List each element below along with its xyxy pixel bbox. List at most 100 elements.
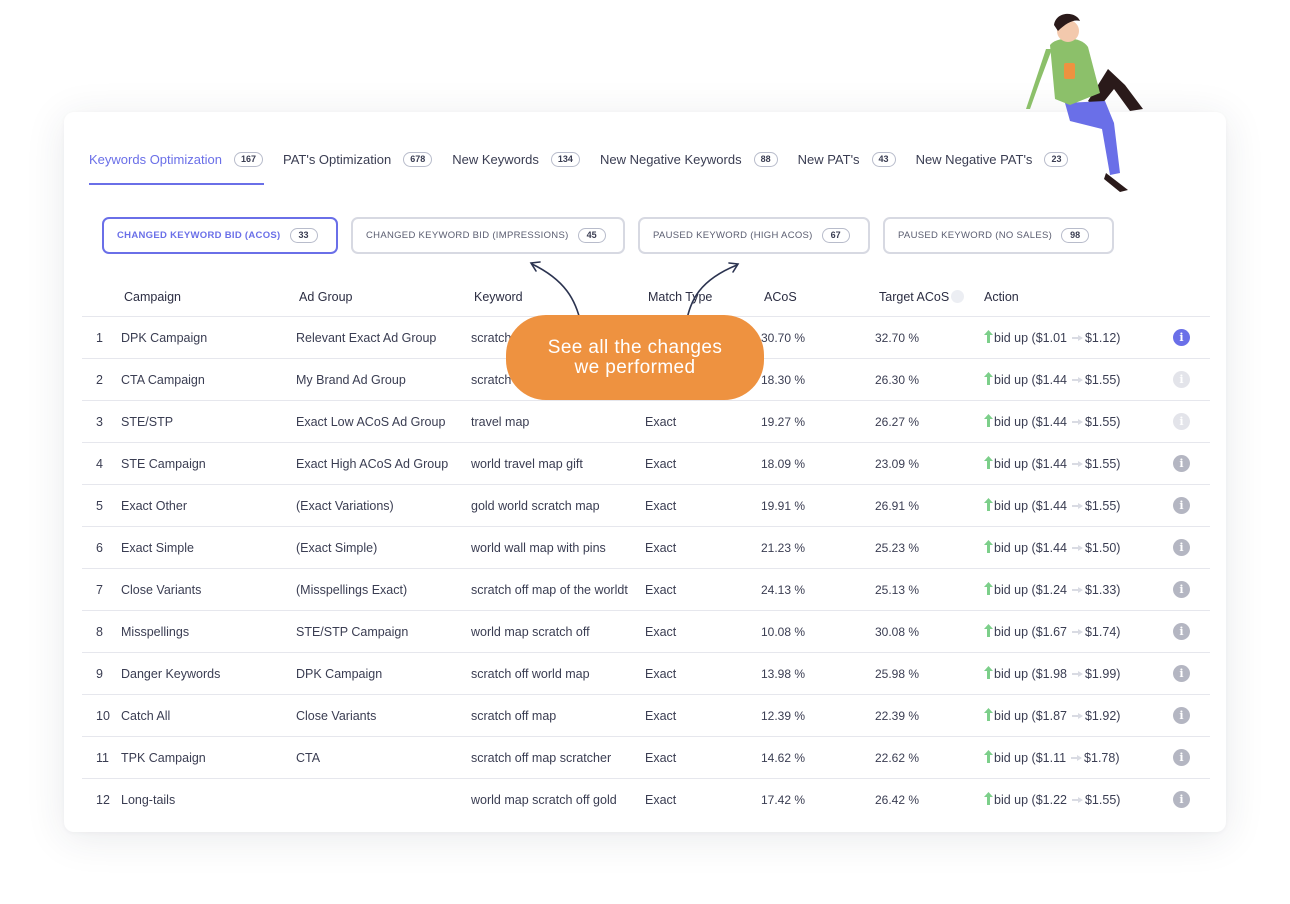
filter-changed-bid-acos[interactable]: CHANGED KEYWORD BID (ACOS) 33 [102,217,338,254]
filter-label: CHANGED KEYWORD BID (IMPRESSIONS) [366,230,569,241]
ad-group-cell: My Brand Ad Group [296,373,406,387]
info-icon[interactable]: i [1173,497,1190,514]
keyword-cell: travel map [471,415,530,429]
info-icon[interactable]: i [1173,707,1190,724]
target-acos-cell: 26.91 % [875,499,920,513]
table-row[interactable]: 11 TPK Campaign CTA scratch off map scratch… [82,736,1210,778]
acos-cell: 18.30 % [761,373,806,387]
campaign-cell: Catch All [121,709,171,723]
bid-from: bid up ($1.24 [994,583,1067,597]
arrow-right-icon [1071,545,1083,551]
match-type-cell: Exact [645,583,677,597]
column-target-acos-label: Target ACoS [879,290,950,304]
table-row[interactable]: 9 Danger Keywords DPK Campaign scratch off … [82,652,1210,694]
target-acos-cell: 30.08 % [875,625,920,639]
row-number: 12 [96,793,110,807]
filter-changed-bid-impressions[interactable]: CHANGED KEYWORD BID (IMPRESSIONS) 45 [351,217,625,254]
action-cell: bid up ($1.67 $1.74) [984,611,1120,653]
tab-bar: Keywords Optimization 167 PAT's Optimiza… [89,150,1088,186]
campaign-cell: Exact Other [121,499,187,513]
arrow-right-icon [1071,503,1083,509]
table-row[interactable]: 8 Misspellings STE/STP Campaign world map s… [82,610,1210,652]
match-type-cell: Exact [645,499,677,513]
arrow-up-icon [984,372,994,388]
campaign-cell: Misspellings [121,625,190,639]
column-keyword[interactable]: Keyword [474,290,523,304]
filter-paused-no-sales[interactable]: PAUSED KEYWORD (NO SALES) 98 [883,217,1114,254]
target-acos-cell: 22.39 % [875,709,920,723]
match-type-cell: Exact [645,667,677,681]
row-number: 3 [96,415,103,429]
column-acos[interactable]: ACoS [764,290,797,304]
row-number: 11 [96,751,109,765]
arrow-up-icon [984,540,994,556]
column-ad-group[interactable]: Ad Group [299,290,353,304]
tab-new-keywords[interactable]: New Keywords 134 [452,150,580,168]
table-row[interactable]: 4 STE Campaign Exact High ACoS Ad Group wor… [82,442,1210,484]
info-icon[interactable]: i [1173,329,1190,346]
filter-label: PAUSED KEYWORD (NO SALES) [898,230,1053,241]
callout-line-1: See all the changes [547,336,723,358]
arrow-right-icon [1071,797,1083,803]
tab-new-negative-keywords[interactable]: New Negative Keywords 88 [600,150,778,168]
table-row[interactable]: 3 STE/STP Exact Low ACoS Ad Group travel ma… [82,400,1210,442]
keyword-cell: world map scratch off [471,625,590,639]
action-cell: bid up ($1.98 $1.99) [984,653,1120,695]
bid-from: bid up ($1.44 [994,499,1067,513]
info-icon[interactable]: i [1173,371,1190,388]
campaign-cell: Exact Simple [121,541,194,555]
info-icon[interactable]: i [1173,623,1190,640]
table-row[interactable]: 10 Catch All Close Variants scratch off map… [82,694,1210,736]
filter-label: PAUSED KEYWORD (HIGH ACOS) [653,230,813,241]
callout-bubble: See all the changes we performed [506,315,764,400]
campaign-cell: CTA Campaign [121,373,205,387]
person-illustration [1026,13,1143,192]
table-row[interactable]: 12 Long-tails world map scratch off gold Ex… [82,778,1210,820]
filter-count-badge: 67 [821,228,850,243]
info-icon[interactable]: i [1173,455,1190,472]
table-row[interactable]: 5 Exact Other (Exact Variations) gold world… [82,484,1210,526]
action-cell: bid up ($1.44 $1.55) [984,401,1120,443]
bid-from: bid up ($1.67 [994,625,1067,639]
match-type-cell: Exact [645,793,677,807]
table-row[interactable]: 6 Exact Simple (Exact Simple) world wall ma… [82,526,1210,568]
filter-paused-high-acos[interactable]: PAUSED KEYWORD (HIGH ACOS) 67 [638,217,870,254]
info-icon[interactable]: i [1173,581,1190,598]
ad-group-cell: Exact Low ACoS Ad Group [296,415,446,429]
bid-from: bid up ($1.44 [994,541,1067,555]
info-icon[interactable]: i [1173,665,1190,682]
tab-label: New Keywords [452,151,539,167]
column-match-type[interactable]: Match Type [648,290,712,304]
ad-group-cell: (Exact Simple) [296,541,378,555]
column-campaign[interactable]: Campaign [124,290,181,304]
callout-line-2: we performed [574,356,696,378]
info-icon[interactable]: i [1173,749,1190,766]
info-icon[interactable]: i [1173,791,1190,808]
keyword-cell: scratch [471,373,512,387]
column-action[interactable]: Action [984,290,1019,304]
bid-to: $1.55) [1084,499,1121,513]
help-icon[interactable] [951,290,965,303]
info-icon[interactable]: i [1173,539,1190,556]
action-cell: bid up ($1.01 $1.12) [984,317,1120,359]
target-acos-cell: 25.98 % [875,667,920,681]
acos-cell: 24.13 % [761,583,806,597]
bid-from: bid up ($1.87 [994,709,1067,723]
row-number: 6 [96,541,103,555]
tab-new-pats[interactable]: New PAT's 43 [798,150,896,168]
tab-keywords-optimization[interactable]: Keywords Optimization 167 [89,150,264,185]
bid-to: $1.55) [1084,373,1121,387]
match-type-cell: Exact [645,625,677,639]
column-target-acos[interactable]: Target ACoS [879,290,965,304]
tab-label: PAT's Optimization [282,151,392,167]
ad-group-cell: Exact High ACoS Ad Group [296,457,449,471]
bid-to: $1.99) [1084,667,1121,681]
acos-cell: 21.23 % [761,541,806,555]
table-row[interactable]: 7 Close Variants (Misspellings Exact) scrat… [82,568,1210,610]
arrow-up-icon [984,414,994,430]
tab-count-badge: 43 [871,151,896,167]
tab-label: New PAT's [797,151,860,167]
row-number: 1 [96,331,103,345]
info-icon[interactable]: i [1173,413,1190,430]
tab-pats-optimization[interactable]: PAT's Optimization 678 [282,150,433,168]
